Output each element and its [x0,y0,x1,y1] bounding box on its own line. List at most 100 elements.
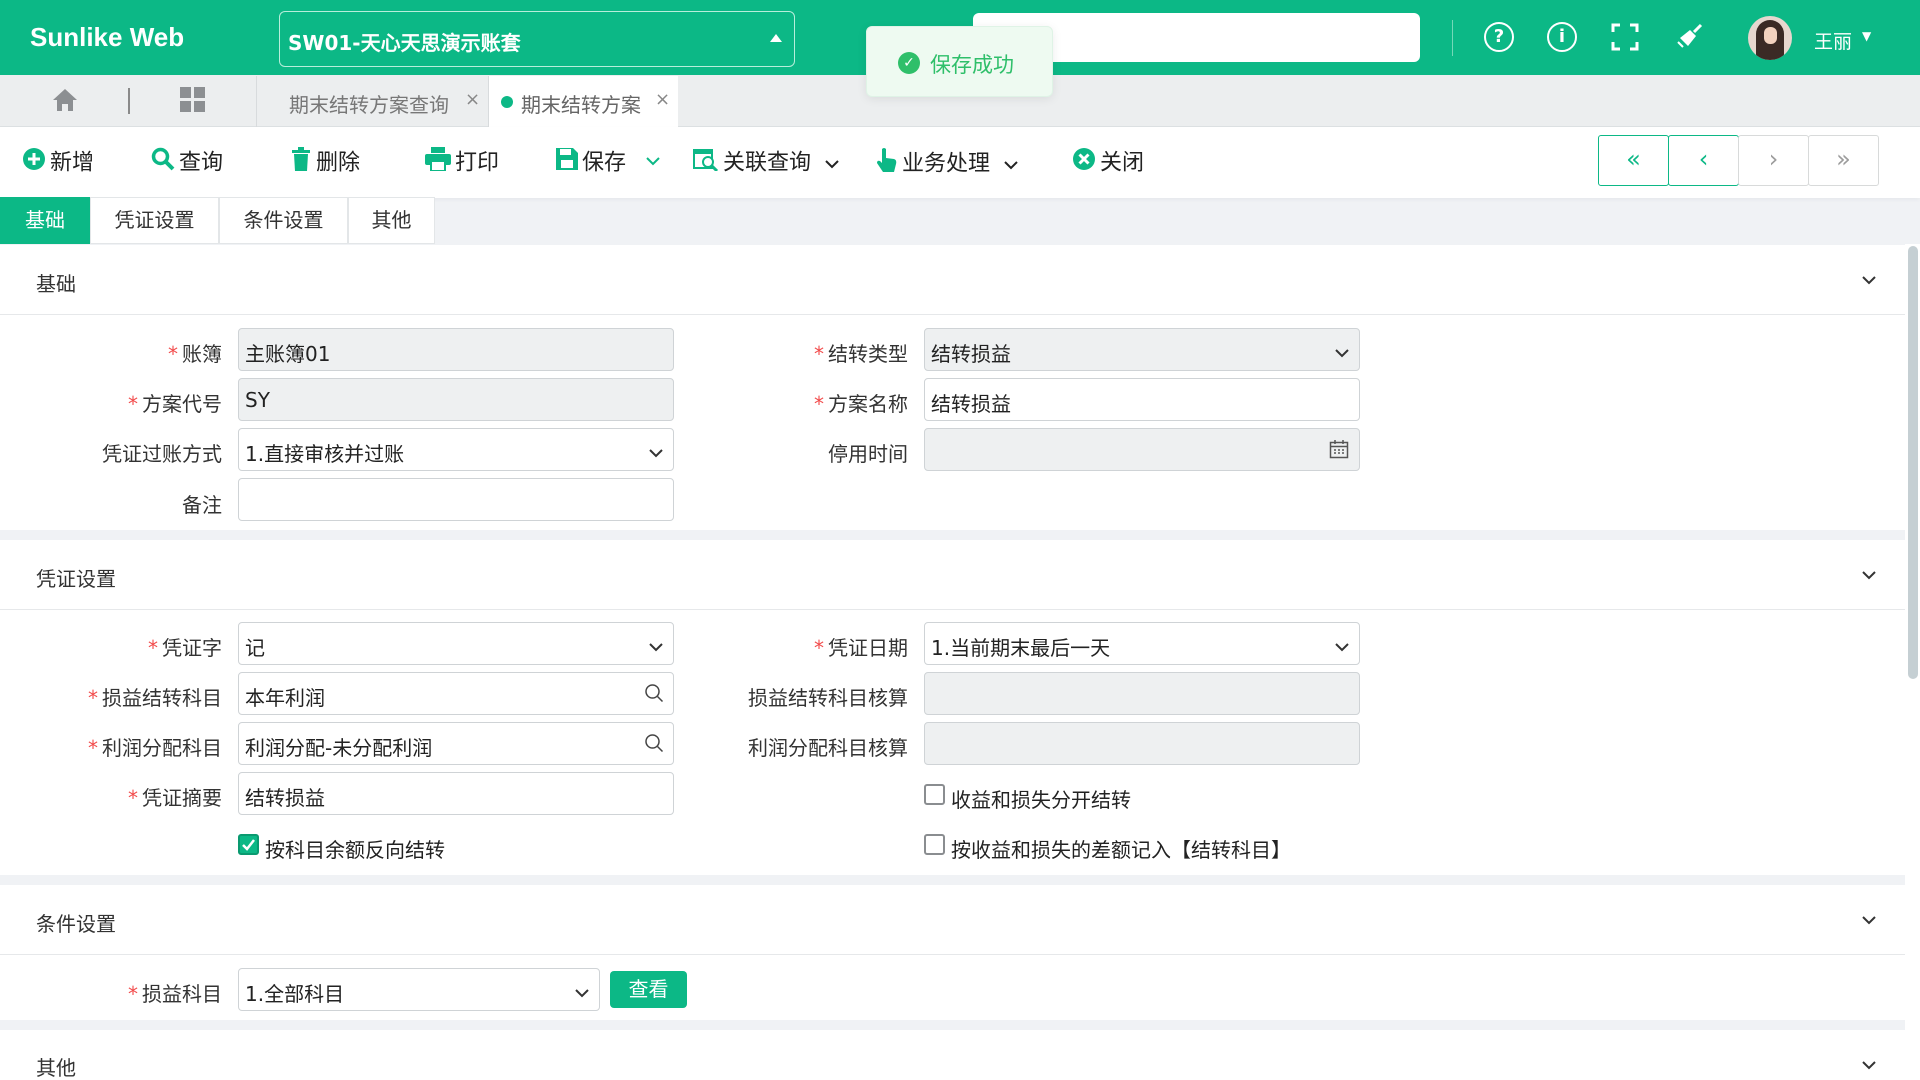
account-select[interactable]: SW01-天心天思演示账套 [279,11,795,67]
chevron-down-icon [649,635,663,652]
close-button[interactable]: 关闭 [1072,147,1144,177]
ledger-field[interactable]: 主账簿01 [238,328,674,371]
query-label: 查询 [179,150,224,176]
printer-icon [425,147,451,180]
last-record-button[interactable]: » [1808,135,1879,186]
hand-pointer-icon [876,147,898,182]
carry-type-select[interactable]: 结转损益 [924,328,1360,371]
subtab-voucher-settings[interactable]: 凭证设置 [90,197,219,244]
save-button[interactable]: 保存 [556,147,626,177]
pl-account-field[interactable]: 本年利润 [238,672,674,715]
voucher-section-header[interactable]: 凭证设置 [0,540,1905,610]
section-title: 凭证设置 [36,567,116,591]
delete-label: 删除 [316,150,361,176]
query-button[interactable]: 查询 [151,147,223,177]
user-avatar[interactable] [1748,16,1792,60]
save-dropdown-chevron-icon[interactable] [645,147,661,177]
profit-account-check-label: 利润分配科目核算 [748,736,908,760]
check-circle-icon: ✓ [898,52,920,74]
basic-section-header[interactable]: 基础 [0,245,1905,315]
voucher-word-label: * 凭证字 [148,636,222,660]
separate-carry-label: 收益和损失分开结转 [951,788,1131,812]
caret-up-icon [770,34,782,42]
calendar-icon[interactable] [1329,439,1349,459]
plan-code-field[interactable]: SY [238,378,674,421]
chevron-down-icon [1335,341,1349,358]
check-icon [242,839,255,851]
remark-field[interactable] [238,478,674,521]
reverse-balance-label: 按科目余额反向结转 [265,838,445,862]
plan-name-field[interactable]: 结转损益 [924,378,1360,421]
related-query-label: 关联查询 [723,150,812,176]
save-label: 保存 [582,150,627,176]
tab-plan[interactable]: 期末结转方案 × [488,76,678,127]
plan-code-label: * 方案代号 [128,392,222,416]
business-process-button[interactable]: 业务处理 [876,147,1019,177]
pl-subject-select[interactable]: 1.全部科目 [238,968,600,1011]
first-record-button[interactable]: « [1598,135,1669,186]
info-icon[interactable]: i [1547,22,1577,52]
close-circle-icon [1072,147,1096,180]
voucher-summary-field[interactable]: 结转损益 [238,772,674,815]
posting-method-select[interactable]: 1.直接审核并过账 [238,428,674,471]
disable-time-label: 停用时间 [828,442,908,466]
brand-logo: Sunlike Web [30,22,185,52]
chevron-down-icon [1335,635,1349,652]
tab-label: 期末结转方案 [521,93,641,117]
next-record-button[interactable]: › [1738,135,1809,186]
ledger-label: * 账簿 [168,342,222,366]
separate-carry-checkbox[interactable] [924,784,945,805]
view-button[interactable]: 查看 [610,971,687,1008]
subtab-other[interactable]: 其他 [348,197,435,244]
user-name[interactable]: 王丽 [1814,27,1852,54]
save-success-toast: ✓ 保存成功 [866,26,1053,97]
chevron-down-icon [649,441,663,458]
business-process-label: 业务处理 [902,151,991,177]
delete-button[interactable]: 删除 [290,147,360,177]
subtab-basic[interactable]: 基础 [0,197,90,244]
add-button[interactable]: 新增 [22,147,94,177]
search-icon [151,147,175,180]
account-select-value: SW01-天心天思演示账套 [288,31,521,55]
home-icon[interactable] [52,88,78,112]
subtab-condition-settings[interactable]: 条件设置 [219,197,348,244]
carry-type-label: * 结转类型 [814,342,908,366]
close-tab-icon[interactable]: × [465,89,480,110]
previous-record-button[interactable]: ‹ [1668,135,1739,186]
chevron-down-icon [575,981,589,998]
grid-menu-icon[interactable] [180,87,206,113]
help-icon[interactable]: ? [1484,22,1514,52]
section-title: 其他 [36,1056,76,1080]
close-tab-icon[interactable]: × [655,89,670,110]
reverse-balance-checkbox[interactable] [238,834,259,855]
search-icon[interactable] [644,683,664,703]
related-query-button[interactable]: 关联查询 [693,147,840,177]
difference-record-checkbox[interactable] [924,834,945,855]
profit-account-check-field[interactable] [924,722,1360,765]
voucher-date-select[interactable]: 1.当前期末最后一天 [924,622,1360,665]
chevron-down-icon [824,149,840,179]
print-label: 打印 [455,150,500,176]
scrollbar-thumb[interactable] [1908,246,1918,679]
tab-query-plan[interactable]: 期末结转方案查询 × [256,76,488,127]
chevron-down-icon[interactable] [1860,271,1878,289]
profit-account-field[interactable]: 利润分配-未分配利润 [238,722,674,765]
condition-section-header[interactable]: 条件设置 [0,885,1905,955]
related-search-icon [693,147,719,180]
print-button[interactable]: 打印 [425,147,499,177]
search-icon[interactable] [644,733,664,753]
voucher-date-label: * 凭证日期 [814,636,908,660]
user-menu-caret-icon[interactable]: ▼ [1862,29,1871,43]
fullscreen-icon[interactable] [1610,22,1640,52]
other-section-header[interactable]: 其他 [0,1030,1905,1080]
chevron-down-icon[interactable] [1860,566,1878,584]
remark-label: 备注 [182,493,222,517]
pl-account-check-field[interactable] [924,672,1360,715]
disable-time-field[interactable] [924,428,1360,471]
chevron-down-icon[interactable] [1860,1056,1878,1074]
voucher-word-select[interactable]: 记 [238,622,674,665]
clear-cache-broom-icon[interactable] [1674,22,1704,52]
plus-circle-icon [22,147,46,180]
chevron-down-icon[interactable] [1860,911,1878,929]
tab-divider [128,88,130,114]
